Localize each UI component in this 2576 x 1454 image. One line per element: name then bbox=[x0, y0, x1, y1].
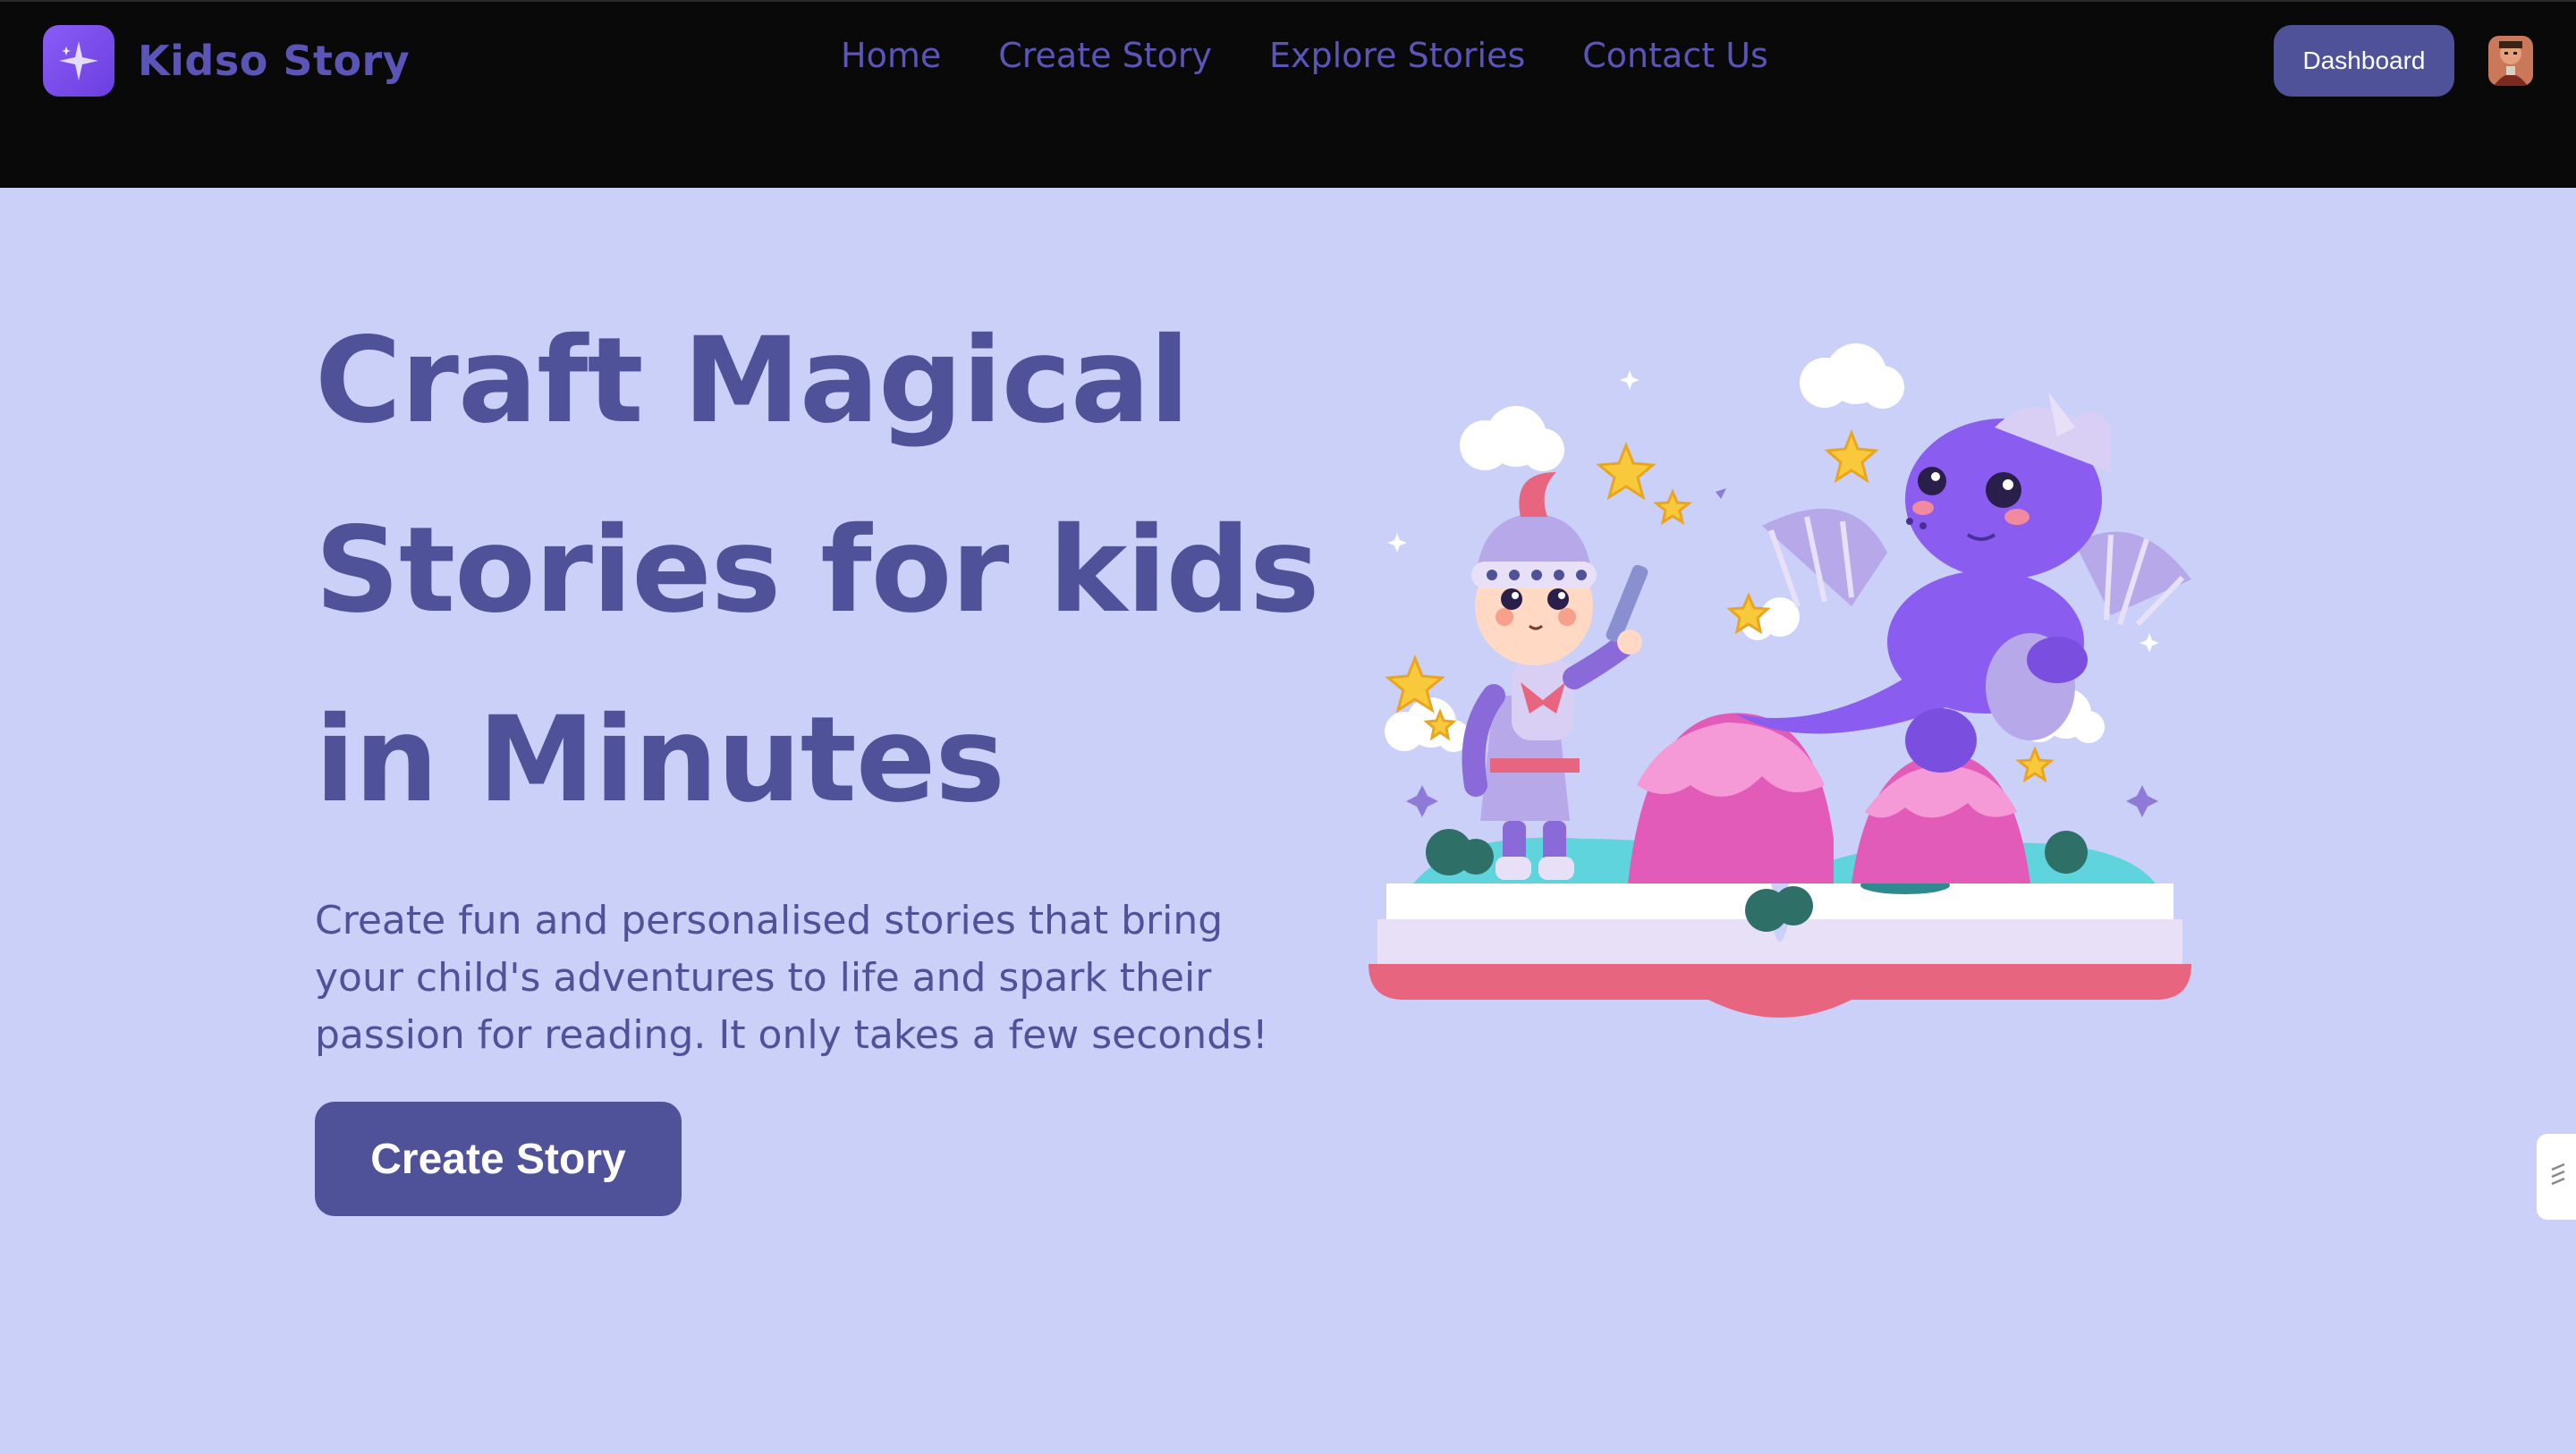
hero-title-line: Craft Magical bbox=[315, 312, 1190, 450]
nav-link-contact-us[interactable]: Contact Us bbox=[1582, 36, 1768, 75]
hero-title: Craft Magical Stories for kids in Minute… bbox=[315, 286, 1343, 855]
sparkle-icon bbox=[43, 25, 114, 97]
nav-link-explore-stories[interactable]: Explore Stories bbox=[1269, 36, 1525, 75]
brand-name: Kidso Story bbox=[138, 37, 411, 85]
main-nav: Home Create Story Explore Stories Contac… bbox=[841, 36, 1768, 75]
knight-dragon-book-illustration bbox=[1351, 338, 2209, 1053]
hero-section: Craft Magical Stories for kids in Minute… bbox=[0, 188, 2576, 1454]
create-story-button[interactable]: Create Story bbox=[315, 1102, 682, 1216]
dashboard-button[interactable]: Dashboard bbox=[2274, 25, 2454, 97]
side-tab[interactable] bbox=[2537, 1134, 2576, 1220]
hero-subtitle: Create fun and personalised stories that… bbox=[315, 898, 1268, 1058]
nav-link-home[interactable]: Home bbox=[841, 36, 941, 75]
grip-icon bbox=[2546, 1157, 2570, 1196]
avatar[interactable] bbox=[2488, 36, 2533, 86]
brand-home-link[interactable]: Kidso Story bbox=[43, 25, 410, 97]
top-navbar: Kidso Story Home Create Story Explore St… bbox=[0, 0, 2576, 188]
hero-title-line: Stories for kids bbox=[315, 502, 1319, 639]
hero-title-line: in Minutes bbox=[315, 691, 1005, 829]
nav-link-create-story[interactable]: Create Story bbox=[998, 36, 1212, 75]
